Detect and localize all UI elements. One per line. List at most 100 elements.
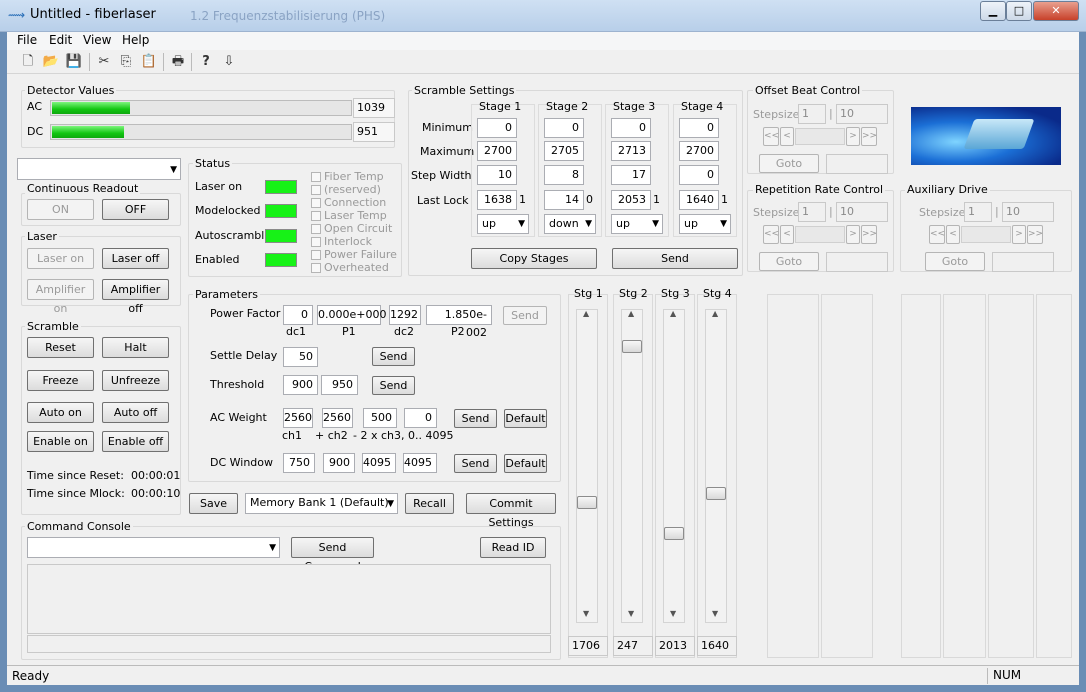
threshold-low-input[interactable]: 900 — [283, 375, 318, 395]
stage-step-width-input[interactable]: 8 — [544, 165, 584, 185]
command-input[interactable]: ▼ — [27, 537, 280, 558]
stage-direction-select[interactable]: up ▼ — [611, 214, 663, 234]
read-id-button[interactable]: Read ID — [480, 537, 546, 558]
ac-weight-ch2-input[interactable]: 2560 — [322, 408, 353, 428]
stage-minimum-input[interactable]: 0 — [477, 118, 517, 138]
goto-button[interactable]: Goto — [925, 252, 985, 271]
auto-on-button[interactable]: Auto on — [27, 402, 94, 423]
stage-direction-select[interactable]: down ▼ — [544, 214, 596, 234]
continuous-on-button[interactable]: ON — [27, 199, 94, 220]
ac-weight-ch3-input[interactable]: 500 — [363, 408, 397, 428]
stage-slider-track[interactable] — [663, 309, 685, 623]
stepsize-fine-input[interactable]: 1 — [798, 104, 826, 124]
freeze-button[interactable]: Freeze — [27, 370, 94, 391]
menu-file[interactable]: File — [17, 33, 37, 47]
stage-minimum-input[interactable]: 0 — [611, 118, 651, 138]
dc-window-4-input[interactable]: 4095 — [403, 453, 437, 473]
next-step-button[interactable]: > — [846, 225, 860, 244]
goto-button[interactable]: Goto — [759, 252, 819, 271]
print-icon[interactable]: 🖶 — [169, 53, 187, 71]
position-track[interactable] — [795, 226, 845, 243]
stage-slider-thumb[interactable] — [664, 527, 684, 541]
up-arrow-icon[interactable]: ▲ — [628, 309, 634, 318]
menu-view[interactable]: View — [83, 33, 111, 47]
minimize-button[interactable]: ▁ — [980, 1, 1006, 21]
copy-icon[interactable]: ⎘ — [117, 53, 135, 71]
menu-help[interactable]: Help — [122, 33, 149, 47]
ac-weight-send-button[interactable]: Send — [454, 409, 497, 428]
up-arrow-icon[interactable]: ▲ — [670, 309, 676, 318]
maximize-button[interactable]: □ — [1006, 1, 1032, 21]
threshold-high-input[interactable]: 950 — [321, 375, 358, 395]
stage-step-width-input[interactable]: 10 — [477, 165, 517, 185]
up-arrow-icon[interactable]: ▲ — [583, 309, 589, 318]
laser-on-button[interactable]: Laser on — [27, 248, 94, 269]
console-output[interactable] — [27, 564, 551, 634]
down-arrow-icon[interactable]: ▼ — [670, 609, 676, 618]
prev-step-button[interactable]: < — [946, 225, 960, 244]
stage-minimum-input[interactable]: 0 — [679, 118, 719, 138]
save-button[interactable]: Save — [189, 493, 238, 514]
settle-delay-input[interactable]: 50 — [283, 347, 318, 367]
halt-button[interactable]: Halt — [102, 337, 169, 358]
enable-off-button[interactable]: Enable off — [102, 431, 169, 452]
prev-step-button[interactable]: < — [780, 127, 794, 146]
send-command-button[interactable]: Send Command — [291, 537, 374, 573]
auto-off-button[interactable]: Auto off — [102, 402, 169, 423]
down-arrow-icon[interactable]: ▼ — [628, 609, 634, 618]
stepsize-coarse-input[interactable]: 10 — [836, 104, 888, 124]
stage-step-width-input[interactable]: 0 — [679, 165, 719, 185]
memory-bank-select[interactable]: Memory Bank 1 (Default) ▼ — [245, 493, 398, 514]
save-disk-icon[interactable]: 💾 — [65, 53, 83, 71]
unfreeze-button[interactable]: Unfreeze — [102, 370, 169, 391]
cut-icon[interactable]: ✂ — [95, 53, 113, 71]
close-button[interactable]: ✕ — [1033, 1, 1079, 21]
position-track[interactable] — [961, 226, 1011, 243]
prev-step-button[interactable]: < — [780, 225, 794, 244]
laser-off-button[interactable]: Laser off — [102, 248, 169, 269]
commit-settings-button[interactable]: Commit Settings — [466, 493, 556, 529]
next-step-button[interactable]: > — [846, 127, 860, 146]
up-arrow-icon[interactable]: ▲ — [712, 309, 718, 318]
continuous-off-button[interactable]: OFF — [102, 199, 169, 220]
stage-direction-select[interactable]: up ▼ — [477, 214, 529, 234]
dc-window-3-input[interactable]: 4095 — [362, 453, 396, 473]
down-arrow-icon[interactable]: ▼ — [583, 609, 589, 618]
first-step-button[interactable]: << — [763, 127, 779, 146]
amplifier-on-button[interactable]: Amplifier on — [27, 279, 94, 315]
title-bar[interactable]: ⟿ Untitled - fiberlaser 1.2 Frequenzstab… — [0, 0, 1086, 32]
new-file-icon[interactable]: 🗋 — [19, 53, 37, 71]
next-step-button[interactable]: > — [1012, 225, 1026, 244]
stage-maximum-input[interactable]: 2713 — [611, 141, 651, 161]
recall-button[interactable]: Recall — [405, 493, 454, 514]
menu-edit[interactable]: Edit — [49, 33, 72, 47]
first-step-button[interactable]: << — [929, 225, 945, 244]
paste-icon[interactable]: 📋 — [140, 53, 158, 71]
stage-slider-track[interactable] — [705, 309, 727, 623]
down-arrow-icon[interactable]: ▼ — [712, 609, 718, 618]
stage-slider-track[interactable] — [576, 309, 598, 623]
stage-slider-track[interactable] — [621, 309, 643, 623]
goto-button[interactable]: Goto — [759, 154, 819, 173]
power-factor-send-button[interactable]: Send — [503, 306, 547, 325]
help-icon[interactable]: ? — [197, 53, 215, 71]
device-select[interactable]: ▼ — [17, 158, 181, 180]
stepsize-coarse-input[interactable]: 10 — [836, 202, 888, 222]
stepsize-fine-input[interactable]: 1 — [964, 202, 992, 222]
power-factor-p1-input[interactable]: 0.000e+000 — [317, 305, 386, 325]
reset-button[interactable]: Reset — [27, 337, 94, 358]
stepsize-fine-input[interactable]: 1 — [798, 202, 826, 222]
ac-weight-ch4-input[interactable]: 0 — [404, 408, 437, 428]
dc-window-2-input[interactable]: 900 — [323, 453, 355, 473]
stage-slider-thumb[interactable] — [706, 487, 726, 501]
stage-slider-thumb[interactable] — [622, 339, 642, 353]
amplifier-off-button[interactable]: Amplifier off — [102, 279, 169, 315]
dc-window-default-button[interactable]: Default — [504, 454, 547, 473]
enable-on-button[interactable]: Enable on — [27, 431, 94, 452]
ac-weight-default-button[interactable]: Default — [504, 409, 547, 428]
stage-maximum-input[interactable]: 2700 — [679, 141, 719, 161]
stage-direction-select[interactable]: up ▼ — [679, 214, 731, 234]
stage-minimum-input[interactable]: 0 — [544, 118, 584, 138]
first-step-button[interactable]: << — [763, 225, 779, 244]
copy-stages-button[interactable]: Copy Stages — [471, 248, 597, 269]
